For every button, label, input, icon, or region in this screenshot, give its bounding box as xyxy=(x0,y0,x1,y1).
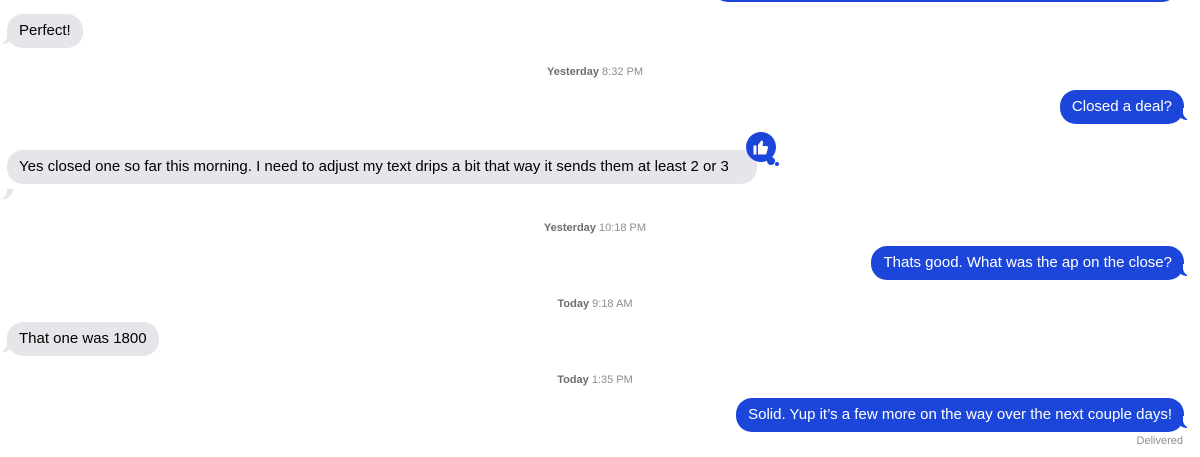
timestamp-time: 9:18 AM xyxy=(592,298,633,310)
timestamp: Today 1:35 PM xyxy=(0,374,1190,386)
timestamp-time: 1:35 PM xyxy=(591,374,633,386)
timestamp: Today 9:18 AM xyxy=(0,298,1190,310)
message-transcript: Perfect! Yesterday 8:32 PM Closed a deal… xyxy=(0,0,1200,457)
message-bubble-incoming[interactable]: That one was 1800 xyxy=(7,322,159,356)
timestamp-day: Yesterday xyxy=(543,222,596,234)
timestamp: Yesterday 8:32 PM xyxy=(0,66,1190,78)
message-bubble-incoming[interactable]: Yes closed one so far this morning. I ne… xyxy=(7,150,757,184)
thumbs-up-icon xyxy=(753,140,769,155)
timestamp: Yesterday 10:18 PM xyxy=(0,222,1190,234)
timestamp-time: 10:18 PM xyxy=(598,222,647,234)
tapback-tail xyxy=(767,157,775,165)
message-bubble-outgoing-partial[interactable] xyxy=(712,0,1178,2)
delivery-status: Delivered xyxy=(1136,435,1183,447)
message-bubble-incoming[interactable]: Perfect! xyxy=(7,14,83,48)
message-bubble-outgoing[interactable]: Solid. Yup it’s a few more on the way ov… xyxy=(736,398,1184,432)
timestamp-day: Today xyxy=(557,298,590,310)
timestamp-day: Today xyxy=(557,374,589,386)
timestamp-day: Yesterday xyxy=(546,66,599,78)
bubble-tail xyxy=(0,187,13,199)
timestamp-time: 8:32 PM xyxy=(602,66,643,78)
message-bubble-outgoing[interactable]: Closed a deal? xyxy=(1059,90,1184,124)
tapback-tail xyxy=(775,162,779,166)
message-bubble-outgoing[interactable]: Thats good. What was the ap on the close… xyxy=(871,246,1184,280)
